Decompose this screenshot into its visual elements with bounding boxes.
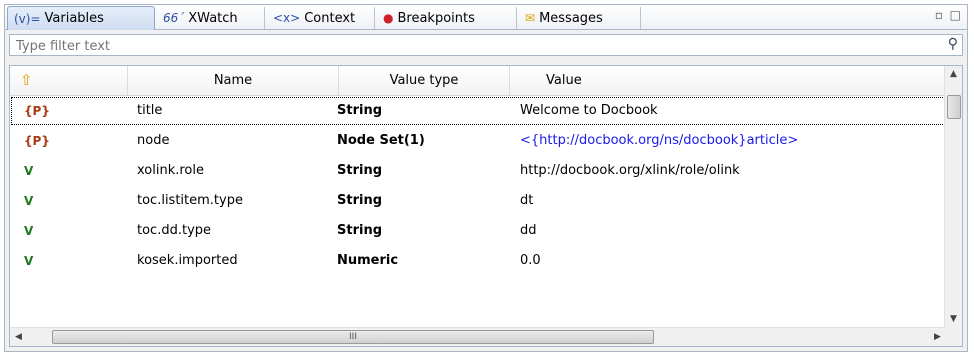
filter-input[interactable] xyxy=(14,36,918,56)
value-type: Node Set(1) xyxy=(337,133,425,148)
horizontal-scroll-thumb[interactable]: III xyxy=(52,330,654,344)
scrollbar-corner xyxy=(945,328,962,346)
value: http://docbook.org/xlink/role/olink xyxy=(520,163,740,178)
scroll-left-icon[interactable]: ◀ xyxy=(10,328,27,346)
tab-label: Breakpoints xyxy=(397,10,475,26)
variable-name: node xyxy=(137,133,170,148)
variable-name: xolink.role xyxy=(137,163,204,178)
vertical-scrollbar[interactable]: ▲ ▼ xyxy=(944,66,962,328)
value: Welcome to Docbook xyxy=(520,103,658,118)
tab-bar: (v)= Variables 66´ XWatch <x> Context ● … xyxy=(5,5,967,30)
variables-icon: (v)= xyxy=(14,11,41,26)
variable-name: toc.dd.type xyxy=(137,223,212,238)
variable-icon: V xyxy=(24,224,34,238)
xwatch-icon: 66´ xyxy=(163,11,185,25)
tab-label: Messages xyxy=(539,10,603,26)
value: dd xyxy=(520,223,537,238)
breakpoint-icon: ● xyxy=(383,11,394,25)
horizontal-scrollbar[interactable]: ◀ III ▶ xyxy=(10,327,946,346)
variable-name: kosek.imported xyxy=(137,253,238,268)
minimize-icon[interactable]: ▫ xyxy=(935,8,943,22)
value: 0.0 xyxy=(520,253,541,268)
context-icon: <x> xyxy=(273,11,301,25)
table-row[interactable]: {P} title String Welcome to Docbook xyxy=(10,96,946,126)
variable-name: toc.listitem.type xyxy=(137,193,243,208)
value-type: Numeric xyxy=(337,253,399,268)
maximize-icon[interactable]: □ xyxy=(950,8,961,22)
table-row[interactable]: V toc.dd.type String dd xyxy=(10,216,946,246)
messages-icon: ✉ xyxy=(525,11,536,25)
variable-icon: V xyxy=(24,164,34,178)
tab-label: XWatch xyxy=(188,10,238,26)
vertical-scroll-thumb[interactable] xyxy=(947,95,961,119)
tab-variables[interactable]: (v)= Variables xyxy=(7,6,155,30)
variables-table: ⇧ Name Value type Value {P} title String… xyxy=(9,65,963,347)
column-header-name[interactable]: Name xyxy=(128,66,339,95)
scroll-up-icon[interactable]: ▲ xyxy=(945,66,962,83)
tab-context[interactable]: <x> Context xyxy=(267,7,375,29)
value: dt xyxy=(520,193,534,208)
column-header-value-type[interactable]: Value type xyxy=(339,66,510,95)
tab-label: Context xyxy=(304,10,356,26)
table-row[interactable]: V kosek.imported Numeric 0.0 xyxy=(10,246,946,276)
variable-icon: V xyxy=(24,194,34,208)
variable-name: title xyxy=(137,103,163,118)
table-header: ⇧ Name Value type Value xyxy=(10,66,946,96)
filter-box: ⚲ xyxy=(9,34,963,56)
parameter-icon: {P} xyxy=(24,104,50,118)
parameter-icon: {P} xyxy=(24,134,50,148)
tab-xwatch[interactable]: 66´ XWatch xyxy=(157,7,265,29)
tab-breakpoints[interactable]: ● Breakpoints xyxy=(377,7,517,29)
value-type: String xyxy=(337,193,383,208)
value-type: String xyxy=(337,223,383,238)
column-header-value[interactable]: Value xyxy=(510,66,946,95)
value-type: String xyxy=(337,163,383,178)
table-row[interactable]: V toc.listitem.type String dt xyxy=(10,186,946,216)
variable-icon: V xyxy=(24,254,34,268)
scroll-right-icon[interactable]: ▶ xyxy=(929,328,946,346)
variables-view: (v)= Variables 66´ XWatch <x> Context ● … xyxy=(4,4,968,352)
scroll-down-icon[interactable]: ▼ xyxy=(945,311,962,328)
sort-up-icon[interactable]: ⇧ xyxy=(10,66,128,95)
tab-label: Variables xyxy=(44,11,104,26)
tab-messages[interactable]: ✉ Messages xyxy=(519,7,641,29)
value-type: String xyxy=(337,103,383,118)
value-link[interactable]: <{http://docbook.org/ns/docbook}article> xyxy=(520,126,940,156)
table-row[interactable]: {P} node Node Set(1) <{http://docbook.or… xyxy=(10,126,946,156)
table-row[interactable]: V xolink.role String http://docbook.org/… xyxy=(10,156,946,186)
search-icon[interactable]: ⚲ xyxy=(948,36,958,52)
